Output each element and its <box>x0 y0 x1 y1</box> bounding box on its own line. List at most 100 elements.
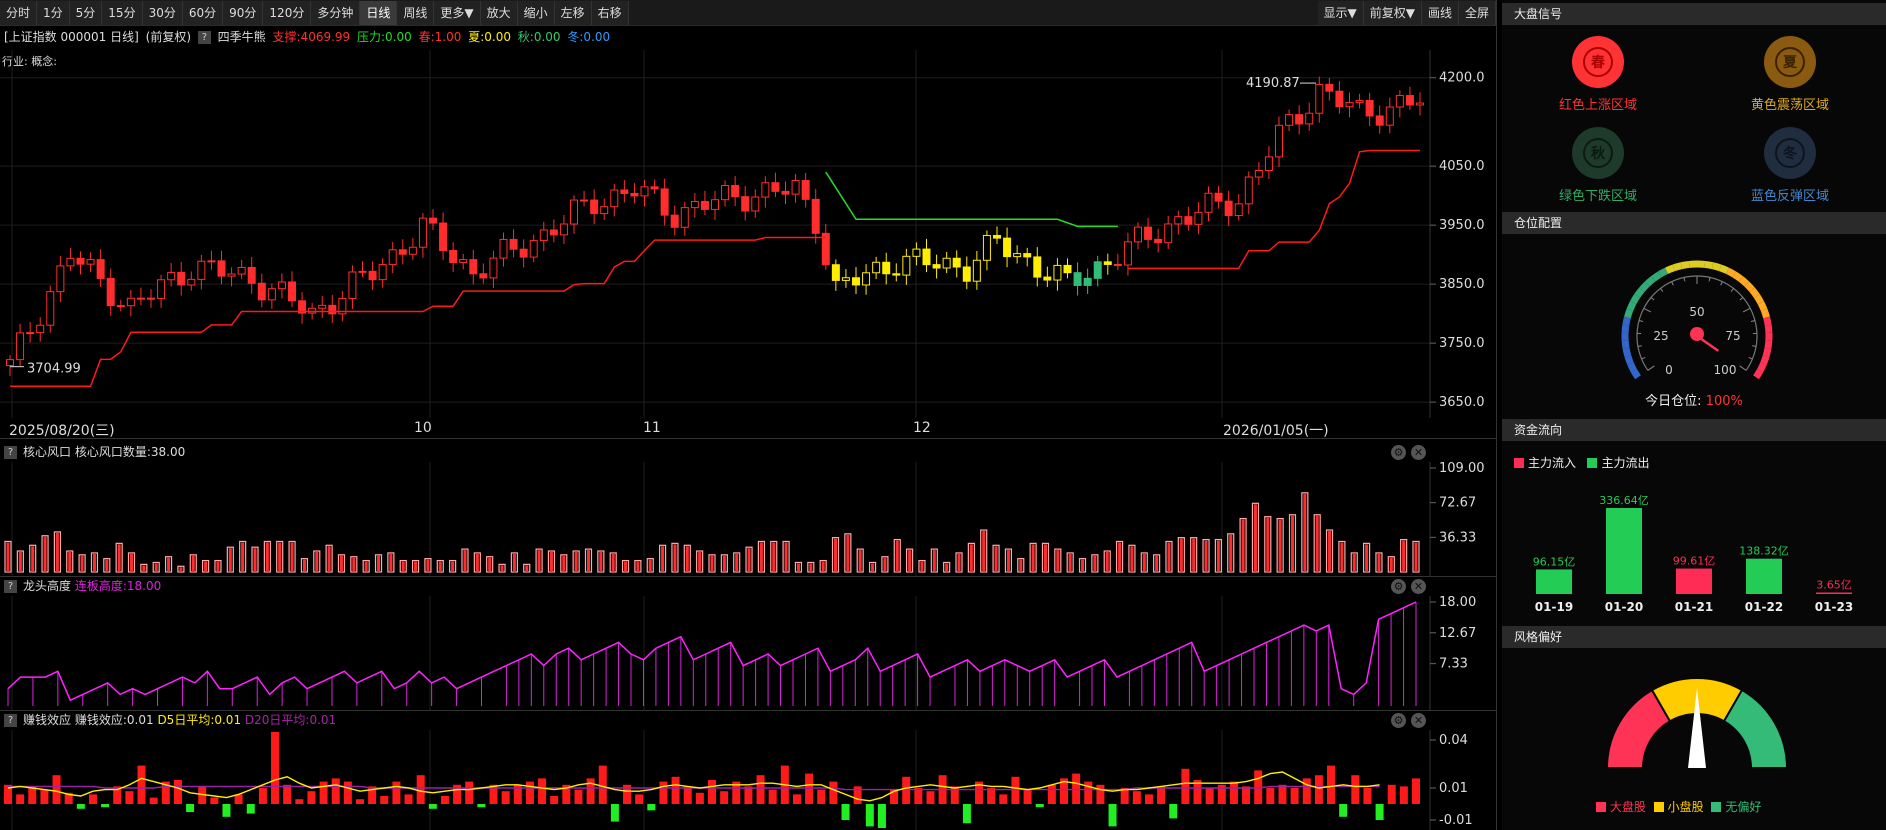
gauge-arc <box>1738 276 1750 287</box>
toolbar-button-2[interactable]: 5分 <box>69 1 103 25</box>
toolbar-right-button-2[interactable]: 画线 <box>1421 1 1459 25</box>
close-icon[interactable]: ✕ <box>1411 445 1426 460</box>
profit-bar <box>1035 804 1044 808</box>
candle-body <box>288 281 296 302</box>
gear-icon[interactable]: ⚙ <box>1391 579 1406 594</box>
profit-bar <box>416 775 425 804</box>
toolbar-button-4[interactable]: 30分 <box>142 1 183 25</box>
candle-body <box>519 248 528 258</box>
candle-body <box>680 207 689 228</box>
toolbar-button-12[interactable]: 放大 <box>480 1 518 25</box>
candle-body <box>741 196 750 212</box>
profit-bar <box>841 804 850 820</box>
dragon-line-chart[interactable]: 18.00 12.67 7.33 <box>0 596 1496 710</box>
position-header: 仓位配置 <box>1502 212 1886 234</box>
help-icon[interactable]: ? <box>4 446 17 459</box>
profit-bar <box>1351 775 1360 804</box>
core-bar-fill <box>1241 519 1245 572</box>
profit-bar <box>865 804 874 827</box>
toolbar-button-13[interactable]: 缩小 <box>517 1 555 25</box>
profit-bar <box>550 796 559 804</box>
toolbar-right-button-1[interactable]: 前复权▼ <box>1363 1 1422 25</box>
candle-body <box>549 229 558 236</box>
candle-body <box>600 206 609 215</box>
core-panel-name: 核心风口 <box>23 445 72 459</box>
core-bar-fill <box>1019 559 1023 572</box>
gear-icon[interactable]: ⚙ <box>1391 713 1406 728</box>
season-spring[interactable]: 春 红色上涨区域 <box>1518 36 1678 113</box>
candle-body <box>1395 95 1404 108</box>
help-icon[interactable]: ? <box>4 580 17 593</box>
gauge-arc <box>1764 324 1773 334</box>
flow-date-label: 01-22 <box>1745 600 1783 614</box>
core-bar-fill <box>759 542 763 572</box>
candle-body <box>1325 83 1334 92</box>
profit-bar <box>1229 781 1238 804</box>
gauge-arc <box>1763 316 1772 326</box>
help-icon[interactable]: ? <box>197 31 211 44</box>
gear-icon[interactable]: ⚙ <box>1391 445 1406 460</box>
core-bar-chart[interactable]: 109.00 72.67 36.33 <box>0 462 1496 576</box>
core-bar-fill <box>154 563 158 572</box>
core-bar-fill <box>710 555 714 572</box>
core-bar-fill <box>1118 542 1122 572</box>
profit-bar <box>343 781 352 804</box>
toolbar-button-0[interactable]: 分时 <box>0 1 38 25</box>
candle-body <box>1083 277 1092 286</box>
core-bar-fill <box>142 565 146 572</box>
candle-body <box>257 282 266 301</box>
toolbar-right-button-0[interactable]: 显示▼ <box>1317 1 1364 25</box>
toolbar-button-7[interactable]: 120分 <box>263 1 312 25</box>
core-bar-fill <box>1056 550 1060 572</box>
profit-bar <box>1363 788 1372 804</box>
close-icon[interactable]: ✕ <box>1411 713 1426 728</box>
profit-bar <box>1412 778 1420 804</box>
help-icon[interactable]: ? <box>4 714 17 727</box>
toolbar-right-button-3[interactable]: 全屏 <box>1458 1 1496 25</box>
season-autumn[interactable]: 秋 绿色下跌区域 <box>1518 127 1678 204</box>
candle-body <box>509 238 518 250</box>
toolbar-button-10[interactable]: 周线 <box>397 1 435 25</box>
toolbar-button-15[interactable]: 右移 <box>591 1 629 25</box>
gauge-arc <box>1634 287 1645 298</box>
candlestick-chart[interactable]: 4200.0 4050.0 3950.0 3850.0 3750.0 3650.0 4190… <box>0 50 1496 418</box>
candle-body <box>1103 261 1112 265</box>
toolbar-button-14[interactable]: 左移 <box>554 1 592 25</box>
candle-body <box>912 248 921 257</box>
gauge-tick <box>1641 356 1646 360</box>
profit-bar <box>283 784 292 804</box>
gauge-arc <box>1753 294 1764 305</box>
gauge-arc <box>1760 308 1770 319</box>
toolbar-button-9[interactable]: 日线 <box>360 1 398 25</box>
toolbar-button-6[interactable]: 90分 <box>223 1 264 25</box>
candle-body <box>1405 95 1414 106</box>
season-winter[interactable]: 冬 蓝色反弹区域 <box>1710 127 1870 204</box>
close-icon[interactable]: ✕ <box>1411 579 1426 594</box>
profit-bar-chart[interactable]: 0.04 0.01 -0.01 <box>0 730 1496 830</box>
gauge-label: 100 <box>1714 363 1737 377</box>
season-summer[interactable]: 夏 黄色震荡区域 <box>1710 36 1870 113</box>
profit-bar <box>659 781 668 804</box>
toolbar-button-1[interactable]: 1分 <box>37 1 70 25</box>
profit-bar <box>1011 776 1020 804</box>
period-toolbar: 分时 1分 5分 15分 30分 60分 90分 120分 多分钟 日线 周线 更多▼ 放大 缩小 左移 右移… <box>0 0 1496 26</box>
profit-bar <box>319 781 328 804</box>
toolbar-button-3[interactable]: 15分 <box>102 1 143 25</box>
candle-body <box>831 264 840 281</box>
core-bar-fill <box>278 542 282 572</box>
profit-bar <box>1290 788 1299 804</box>
toolbar-button-5[interactable]: 60分 <box>182 1 224 25</box>
toolbar-button-8[interactable]: 多分钟 <box>311 1 361 25</box>
core-bar-fill <box>105 559 109 572</box>
toolbar-button-11[interactable]: 更多▼ <box>434 1 481 25</box>
profit-bar <box>792 794 801 804</box>
low-label: 3704.99 <box>27 362 81 377</box>
candle-body <box>237 266 246 275</box>
candle-body <box>1275 124 1283 158</box>
profit-bar <box>1072 773 1081 804</box>
core-bar-fill <box>265 542 269 572</box>
candle-body <box>982 234 991 261</box>
flow-value-label: 336.64亿 <box>1599 494 1649 507</box>
profit-bar <box>708 780 716 804</box>
profit-bar <box>101 804 110 808</box>
